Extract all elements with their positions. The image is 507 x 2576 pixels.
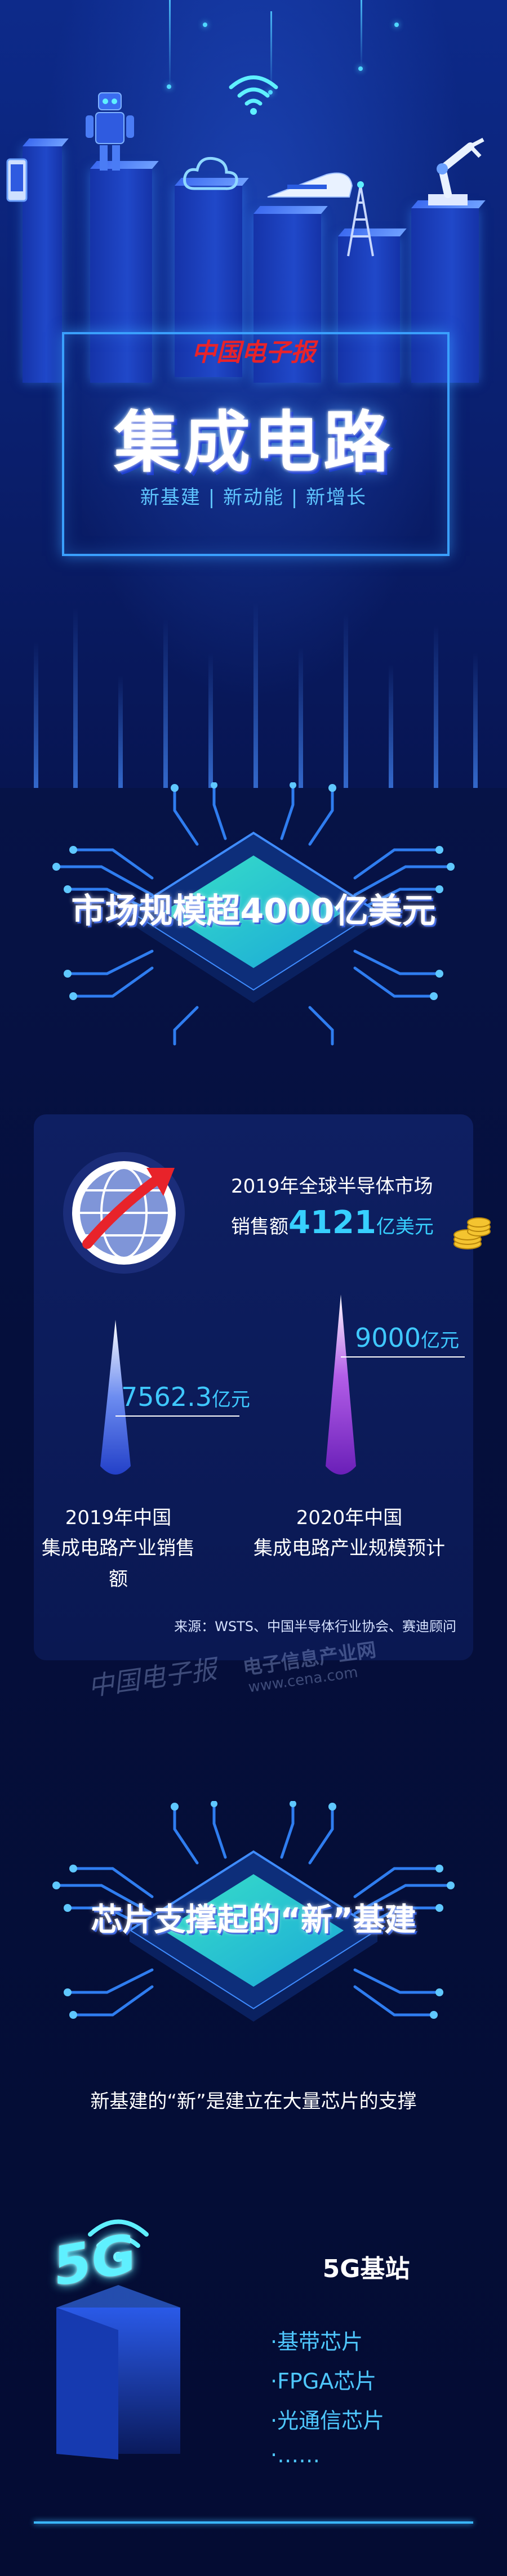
china-2020-caption: 2020年中国 集成电路产业规模预计 bbox=[254, 1503, 445, 1564]
newspaper-logo: 中国电子报 bbox=[192, 338, 315, 367]
china-2019-caption: 2019年中国 集成电路产业销售额 bbox=[34, 1503, 203, 1594]
china-2020-unit: 亿元 bbox=[421, 1329, 460, 1352]
infra-subtitle: 新基建的“新”是建立在大量芯片的支撑 bbox=[90, 2090, 417, 2113]
global-sales-line: 销售额4121亿美元 bbox=[231, 1204, 434, 1241]
infra-banner: 芯片支撑起的“新”基建 bbox=[91, 1902, 416, 1938]
robot-arm-icon bbox=[428, 137, 484, 205]
china-2019-caption-line2: 集成电路产业销售额 bbox=[42, 1537, 195, 1591]
5g-item-baseband: ·基带芯片 bbox=[270, 2329, 363, 2354]
source-note: 来源：WSTS、中国半导体行业协会、赛迪顾问 bbox=[174, 1619, 456, 1634]
china-2020-value: 9000亿元 bbox=[355, 1323, 459, 1353]
wifi-icon bbox=[229, 75, 278, 115]
cone-2019-leader bbox=[115, 1415, 239, 1417]
page-subtitle: 新基建 | 新动能 | 新增长 bbox=[140, 486, 367, 509]
5g-item-fpga: ·FPGA芯片 bbox=[270, 2369, 377, 2394]
globe-arrow-icon bbox=[63, 1152, 185, 1274]
china-2020-caption-line1: 2020年中国 bbox=[296, 1507, 403, 1529]
market-banner: 市场规模超4000亿美元 bbox=[71, 891, 436, 931]
global-sales-prefix: 销售额 bbox=[231, 1216, 288, 1238]
china-2019-unit: 亿元 bbox=[211, 1388, 250, 1411]
antenna-tower-icon bbox=[347, 181, 374, 257]
train-icon bbox=[267, 172, 353, 198]
china-2020-caption-line2: 集成电路产业规模预计 bbox=[254, 1537, 445, 1560]
page-title: 集成电路 bbox=[113, 404, 393, 481]
global-sales-value: 4121 bbox=[288, 1204, 376, 1241]
5g-title: 5G基站 bbox=[322, 2255, 410, 2283]
bottom-divider bbox=[34, 2521, 473, 2524]
phone-icon bbox=[6, 158, 28, 202]
global-sales-unit: 亿美元 bbox=[376, 1216, 434, 1238]
light-pillars bbox=[0, 591, 507, 788]
5g-item-optical: ·光通信芯片 bbox=[270, 2408, 385, 2433]
china-2019-number: 7562.3 bbox=[121, 1382, 212, 1412]
global-market-label: 2019年全球半导体市场 bbox=[231, 1175, 433, 1198]
cone-2020-leader bbox=[341, 1356, 465, 1358]
robot-icon bbox=[86, 92, 134, 171]
gold-coins-icon bbox=[453, 1217, 491, 1249]
china-2019-value: 7562.3亿元 bbox=[121, 1382, 250, 1412]
china-2020-number: 9000 bbox=[355, 1323, 421, 1353]
5g-item-more: ·…… bbox=[270, 2443, 321, 2467]
cloud-icon bbox=[183, 156, 238, 190]
china-2019-caption-line1: 2019年中国 bbox=[65, 1507, 172, 1529]
